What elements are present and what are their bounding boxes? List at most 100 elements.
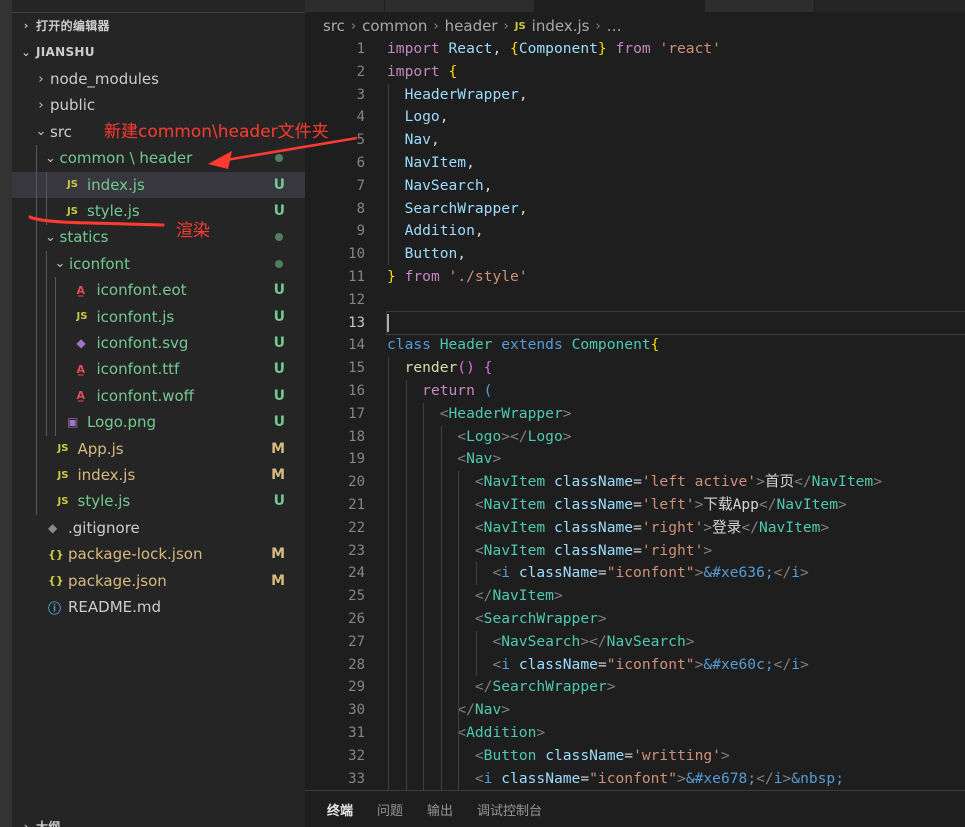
tree-item[interactable]: {} package-lock.json M — [12, 541, 305, 567]
code-line[interactable]: } from './style' — [387, 266, 965, 289]
breadcrumb-item[interactable]: … — [607, 17, 622, 35]
code-line[interactable]: <i className="iconfont">&#xe60c;</i> — [387, 654, 965, 677]
outline-header[interactable]: › 大纲 — [12, 813, 305, 827]
tree-item[interactable]: › public — [12, 92, 305, 118]
tree-item[interactable]: JS App.js M — [12, 436, 305, 462]
code-token: > — [820, 518, 830, 536]
code-token: i — [501, 564, 511, 582]
code-line[interactable]: <NavSearch></NavSearch> — [387, 631, 965, 654]
code-token: </ — [741, 518, 759, 536]
tree-item[interactable]: ⌄ statics — [12, 224, 305, 250]
editor-tab[interactable] — [305, 0, 385, 12]
code-line[interactable]: <Nav> — [387, 448, 965, 471]
code-line[interactable]: </SearchWrapper> — [387, 676, 965, 699]
code-line[interactable]: Nav, — [387, 129, 965, 152]
code-token: < — [492, 655, 502, 673]
tree-item-label: package.json — [68, 571, 167, 590]
code-token: < — [474, 518, 484, 536]
tree-item[interactable]: JS style.js U — [12, 488, 305, 514]
code-lines[interactable]: import React, {Component} from 'react' im… — [386, 38, 965, 791]
tree-item[interactable]: JS style.js U — [12, 198, 305, 224]
chevron-right-icon: › — [595, 18, 601, 34]
indent-guide — [55, 277, 56, 436]
line-number: 21 — [348, 496, 365, 513]
code-line[interactable]: </NavItem> — [387, 585, 965, 608]
code-token: { — [448, 62, 458, 80]
project-header[interactable]: ⌄ JIANSHU — [12, 39, 305, 65]
code-token: < — [474, 746, 484, 764]
chevron-down-icon: ⌄ — [54, 256, 66, 272]
breadcrumb-item[interactable]: src — [323, 17, 345, 35]
line-number: 7 — [356, 177, 365, 194]
code-editor[interactable]: src › common › header › JS index.js ›… 123456789… — [305, 0, 965, 791]
code-token: { — [650, 336, 660, 354]
code-line[interactable]: SearchWrapper, — [387, 198, 965, 221]
line-number: 25 — [348, 588, 365, 605]
js-file-icon: JS — [57, 495, 69, 507]
code-token: SearchWrapper — [492, 678, 607, 696]
tree-item[interactable]: ⌄ iconfont — [12, 251, 305, 277]
code-token: , — [457, 245, 467, 263]
tree-item-label: App.js — [77, 439, 124, 458]
code-line[interactable]: <SearchWrapper> — [387, 608, 965, 631]
tree-item[interactable]: {} package.json M — [12, 568, 305, 594]
editor-tab[interactable] — [705, 0, 815, 12]
code-line[interactable]: <Addition> — [387, 722, 965, 745]
code-line[interactable]: <i className="iconfont">&#xe678;</i>&nbs… — [387, 768, 965, 791]
open-editors-header[interactable]: › 打开的编辑器 — [12, 12, 305, 38]
code-line[interactable]: HeaderWrapper, — [387, 84, 965, 107]
code-token: HeaderWrapper — [448, 404, 563, 422]
tree-item[interactable]: JS index.js U — [12, 171, 305, 198]
code-token: < — [457, 427, 467, 445]
line-number: 11 — [348, 268, 365, 285]
code-line[interactable]: <NavItem className='left'>下载App</NavItem… — [387, 494, 965, 517]
editor-tab[interactable] — [385, 0, 535, 12]
code-line[interactable]: import React, {Component} from 'react' — [387, 38, 965, 61]
js-file-icon: JS — [57, 443, 69, 455]
chevron-right-icon: › — [350, 18, 357, 34]
breadcrumb-item[interactable]: header — [445, 17, 498, 35]
code-line[interactable]: render() { — [387, 357, 965, 380]
tree-item[interactable]: ◆ .gitignore — [12, 515, 305, 541]
code-line[interactable]: Addition, — [387, 220, 965, 243]
code-line[interactable]: return ( — [387, 380, 965, 403]
code-line[interactable]: <i className="iconfont">&#xe636;</i> — [387, 562, 965, 585]
code-line[interactable]: <NavItem className='right'>登录</NavItem> — [387, 517, 965, 540]
code-line[interactable]: </Nav> — [387, 699, 965, 722]
git-status-badge: U — [273, 493, 285, 510]
code-line[interactable] — [386, 310, 965, 336]
tree-item[interactable]: JS index.js M — [12, 462, 305, 488]
breadcrumb-item[interactable]: index.js — [532, 17, 590, 35]
code-line[interactable]: NavSearch, — [387, 175, 965, 198]
line-number: 18 — [348, 428, 365, 445]
editor-tab-active[interactable] — [535, 0, 705, 12]
code-line[interactable]: import { — [387, 61, 965, 84]
code-line[interactable] — [387, 289, 965, 312]
code-token: </ — [474, 678, 493, 696]
tree-item[interactable]: ⓘ README.md — [12, 594, 305, 620]
panel-tab[interactable]: 输出 — [427, 791, 453, 827]
code-line[interactable]: <Logo></Logo> — [387, 426, 965, 449]
code-line[interactable]: Logo, — [387, 106, 965, 129]
code-line[interactable]: <HeaderWrapper> — [387, 403, 965, 426]
code-line[interactable]: class Header extends Component{ — [387, 334, 965, 357]
code-token: > — [873, 473, 882, 491]
code-line[interactable]: <NavItem className='right'> — [387, 540, 965, 563]
tree-item[interactable]: › node_modules — [12, 66, 305, 92]
code-line[interactable]: <NavItem className='left active'>首页</Nav… — [387, 471, 965, 494]
panel-tab[interactable]: 问题 — [377, 791, 403, 827]
tree-item[interactable]: ⌄ common \ header — [12, 145, 305, 171]
panel-tab[interactable]: 调试控制台 — [477, 791, 542, 827]
code-line[interactable]: NavItem, — [387, 152, 965, 175]
code-line[interactable]: <Button className='writting'> — [387, 745, 965, 768]
panel-tab[interactable]: 终端 — [327, 791, 353, 827]
breadcrumb-item[interactable]: common — [362, 17, 427, 35]
code-line[interactable]: Button, — [387, 243, 965, 266]
